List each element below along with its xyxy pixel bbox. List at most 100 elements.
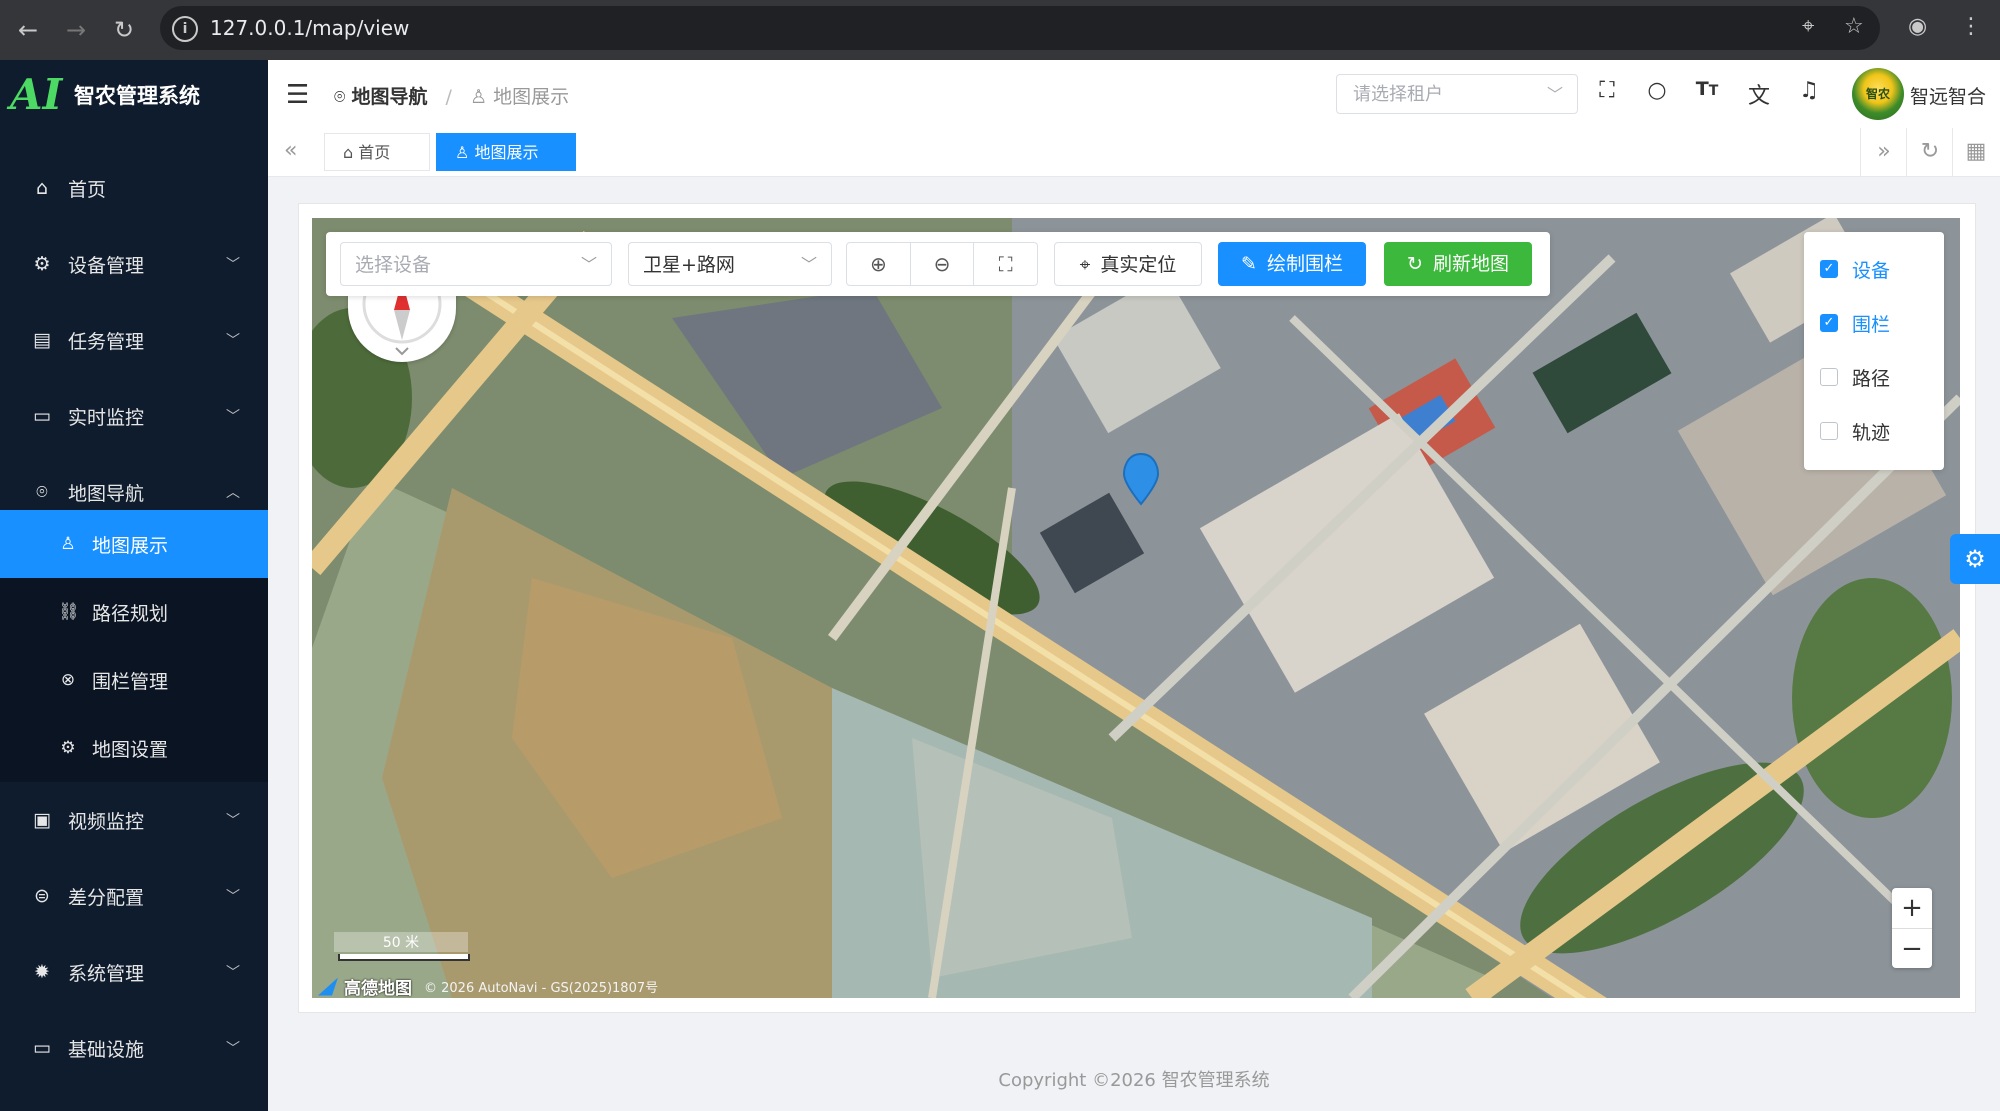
sidebar-item-label: 差分配置 bbox=[68, 886, 145, 909]
reload-icon[interactable]: ↻ bbox=[108, 14, 140, 46]
sidebar-item-fence-management[interactable]: ⊗ 围栏管理 bbox=[0, 646, 268, 714]
scale-label: 50 米 bbox=[334, 932, 468, 952]
chip-icon: ⚙ bbox=[33, 253, 51, 275]
bell-icon[interactable]: ♫ bbox=[1794, 78, 1824, 103]
search-icon[interactable]: ○ bbox=[1642, 78, 1672, 103]
map-canvas[interactable] bbox=[312, 218, 1960, 998]
layer-toggle-devices[interactable]: ✓ 设备 bbox=[1820, 254, 1890, 284]
app-logo[interactable]: AI 智农管理系统 bbox=[0, 60, 268, 130]
locate-button[interactable]: ⌖ 真实定位 bbox=[1054, 242, 1202, 286]
locate-label: 真实定位 bbox=[1100, 254, 1177, 276]
layer-toggle-fences[interactable]: ✓ 围栏 bbox=[1820, 308, 1890, 338]
location-pin-icon: ⌖ bbox=[1079, 254, 1091, 276]
app-title: 智农管理系统 bbox=[74, 84, 200, 108]
scroll-right-icon[interactable]: » bbox=[1860, 128, 1907, 176]
gear-icon: ✹ bbox=[34, 961, 50, 983]
sidebar-item-label: 地图设置 bbox=[92, 738, 169, 761]
layer-toggle-tracks[interactable]: 轨迹 bbox=[1820, 416, 1890, 446]
chevron-up-icon: ︿ bbox=[226, 485, 240, 501]
layer-label: 围栏 bbox=[1852, 313, 1891, 336]
scroll-left-icon[interactable]: « bbox=[284, 138, 297, 163]
layer-label: 路径 bbox=[1852, 367, 1891, 390]
sidebar-item-map-settings[interactable]: ⚙ 地图设置 bbox=[0, 714, 268, 782]
tenant-select[interactable]: 请选择租户 ﹀ bbox=[1336, 74, 1578, 114]
tab-map-view[interactable]: ♙ 地图展示 bbox=[436, 133, 576, 171]
sidebar-item-infrastructure[interactable]: ▭ 基础设施 ﹀ bbox=[0, 1010, 268, 1086]
satellite-imagery bbox=[312, 218, 1960, 998]
url-text: 127.0.0.1/map/view bbox=[210, 16, 410, 40]
map-zoom-out-button[interactable]: − bbox=[1892, 929, 1932, 969]
tabs-bar: « ⌂ 首页 ♙ 地图展示 » ↻ ▦ bbox=[268, 128, 2000, 177]
site-info-icon[interactable]: i bbox=[172, 16, 198, 42]
forward-icon[interactable]: → bbox=[60, 14, 92, 46]
breadcrumb-current: 地图展示 bbox=[493, 86, 570, 108]
breadcrumb-parent[interactable]: 地图导航 bbox=[351, 86, 427, 108]
layer-label: 设备 bbox=[1852, 259, 1891, 282]
settings-float-button[interactable]: ⚙ bbox=[1950, 534, 2000, 584]
chevron-down-icon: ﹀ bbox=[226, 333, 240, 349]
amap-logo-icon bbox=[318, 977, 338, 996]
breadcrumb: ⌾ 地图导航 / ♙ 地图展示 bbox=[334, 82, 569, 109]
sidebar-item-label: 首页 bbox=[68, 178, 107, 201]
device-select[interactable]: 选择设备 ﹀ bbox=[340, 242, 612, 286]
checkbox-checked-icon[interactable]: ✓ bbox=[1820, 260, 1838, 278]
sidebar-item-label: 围栏管理 bbox=[92, 670, 169, 693]
sidebar-item-system[interactable]: ✹ 系统管理 ﹀ bbox=[0, 934, 268, 1010]
sidebar-item-route-planning[interactable]: ⛓ 路径规划 bbox=[0, 578, 268, 646]
route-icon: ⛓ bbox=[58, 602, 80, 622]
back-icon[interactable]: ← bbox=[12, 14, 44, 46]
refresh-tab-icon[interactable]: ↻ bbox=[1906, 128, 1953, 176]
checkbox-unchecked-icon[interactable] bbox=[1820, 368, 1838, 386]
edit-icon: ✎ bbox=[1241, 253, 1257, 275]
sidebar-item-video[interactable]: ▣ 视频监控 ﹀ bbox=[0, 782, 268, 858]
sidebar-item-label: 设备管理 bbox=[68, 254, 145, 277]
link-icon: ⊜ bbox=[34, 885, 50, 907]
browser-menu-icon[interactable]: ⋮ bbox=[1960, 14, 1982, 39]
chevron-down-icon: ﹀ bbox=[800, 255, 817, 274]
sidebar-item-differential[interactable]: ⊜ 差分配置 ﹀ bbox=[0, 858, 268, 934]
menu-toggle-icon[interactable]: ☰ bbox=[286, 80, 309, 110]
tab-home[interactable]: ⌂ 首页 bbox=[324, 133, 430, 171]
map-provider[interactable]: 高德地图 bbox=[344, 974, 412, 999]
chevron-down-icon: ﹀ bbox=[580, 255, 597, 274]
sidebar-item-label: 基础设施 bbox=[68, 1038, 145, 1061]
font-size-icon[interactable]: TT bbox=[1692, 78, 1722, 100]
checkbox-checked-icon[interactable]: ✓ bbox=[1820, 314, 1838, 332]
sidebar-item-map-view[interactable]: ♙ 地图展示 bbox=[0, 510, 268, 578]
tab-grid-icon[interactable]: ▦ bbox=[1952, 128, 1999, 176]
map-type-select[interactable]: 卫星+路网 ﹀ bbox=[628, 242, 832, 286]
tenant-select-placeholder: 请选择租户 bbox=[1353, 84, 1443, 105]
fullscreen-icon[interactable]: ⛶ bbox=[1592, 78, 1622, 103]
zoom-out-icon[interactable]: ⊖ bbox=[911, 243, 975, 285]
checkbox-unchecked-icon[interactable] bbox=[1820, 422, 1838, 440]
user-name[interactable]: 智远智合 bbox=[1910, 82, 1986, 109]
map-zoom-in-button[interactable]: + bbox=[1892, 888, 1932, 929]
sidebar-item-monitor[interactable]: ▭ 实时监控 ﹀ bbox=[0, 378, 268, 454]
map-copyright: © 2026 AutoNavi - GS(2025)1807号 bbox=[424, 981, 659, 996]
avatar[interactable]: 智农 bbox=[1852, 68, 1904, 120]
refresh-map-button[interactable]: ↻ 刷新地图 bbox=[1384, 242, 1532, 286]
profile-icon[interactable]: ◉ bbox=[1908, 14, 1927, 39]
browser-chrome: ← → ↻ i 127.0.0.1/map/view ⌖ ☆ ◉ ⋮ bbox=[0, 0, 2000, 60]
sidebar-item-label: 实时监控 bbox=[68, 406, 145, 429]
draw-fence-button[interactable]: ✎ 绘制围栏 bbox=[1218, 242, 1366, 286]
address-bar[interactable]: i 127.0.0.1/map/view ⌖ ☆ bbox=[160, 6, 1880, 50]
user-pin-icon: ♙ bbox=[469, 86, 488, 108]
sidebar-item-tasks[interactable]: ▤ 任务管理 ﹀ bbox=[0, 302, 268, 378]
layer-toggle-paths[interactable]: 路径 bbox=[1820, 362, 1890, 392]
layer-panel: ✓ 设备 ✓ 围栏 路径 轨迹 bbox=[1804, 232, 1944, 470]
map-pin-icon: ⌾ bbox=[334, 86, 346, 108]
circle-x-icon: ⊗ bbox=[60, 670, 76, 690]
refresh-icon: ↻ bbox=[1407, 253, 1423, 275]
translate-icon[interactable]: 文 bbox=[1744, 78, 1774, 110]
breadcrumb-separator: / bbox=[445, 86, 452, 108]
zoom-in-icon[interactable]: ⊕ bbox=[847, 243, 911, 285]
fullscreen-icon[interactable]: ⛶ bbox=[974, 243, 1037, 285]
sidebar-item-devices[interactable]: ⚙ 设备管理 ﹀ bbox=[0, 226, 268, 302]
chevron-down-icon: ﹀ bbox=[226, 889, 240, 905]
bookmark-star-icon[interactable]: ☆ bbox=[1844, 14, 1864, 39]
sidebar-item-home[interactable]: ⌂ 首页 bbox=[0, 150, 268, 226]
sidebar-item-label: 视频监控 bbox=[68, 810, 145, 833]
draw-fence-label: 绘制围栏 bbox=[1266, 253, 1343, 275]
location-icon[interactable]: ⌖ bbox=[1802, 14, 1814, 39]
